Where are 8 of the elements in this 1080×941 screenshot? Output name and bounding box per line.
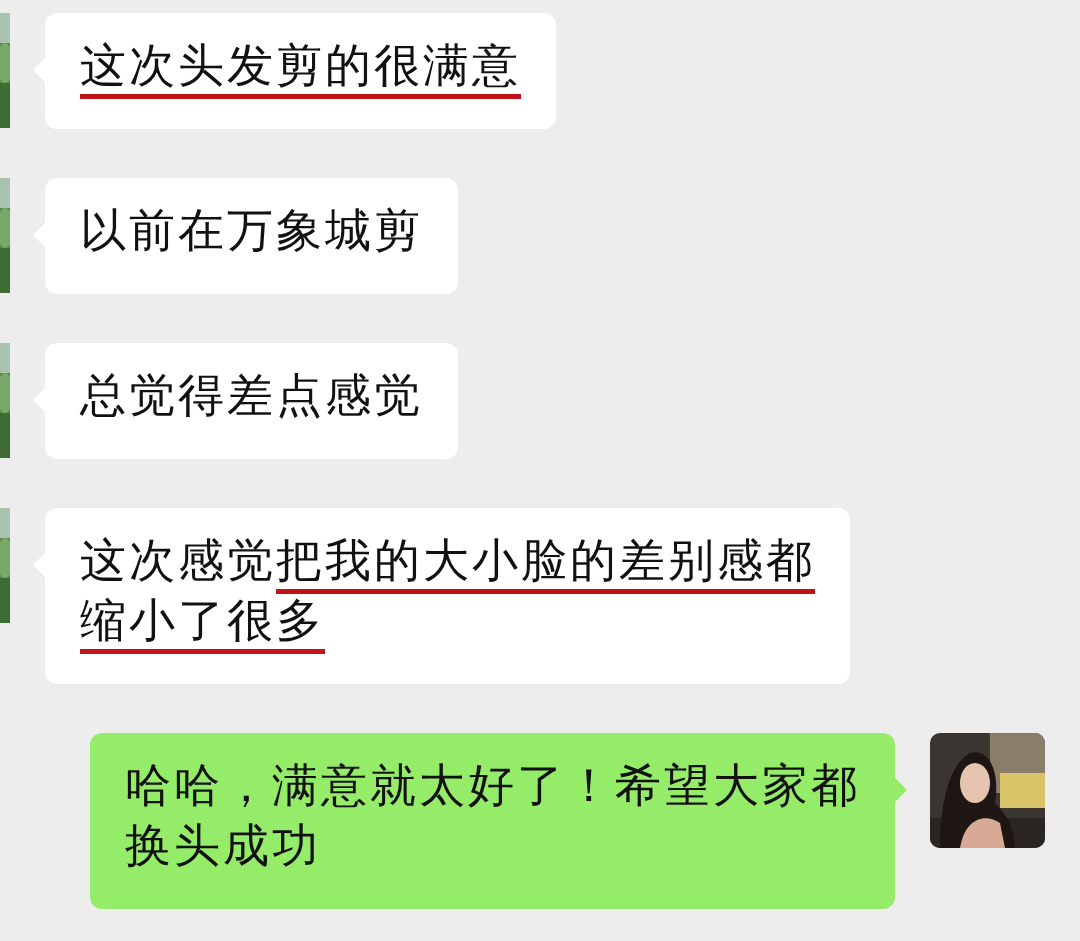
message-text: 把我的大小脸的差别感都	[276, 537, 815, 594]
message-text: 这次感觉	[80, 537, 276, 589]
message-text: 总觉得差点感觉	[80, 372, 423, 424]
message-text: 这次头发剪的很满意	[80, 42, 521, 99]
message-text: 换头成功	[125, 822, 321, 874]
message-text: 哈哈，满意就太好了！希望大家都	[125, 762, 860, 814]
message-text: 缩小了很多	[80, 597, 325, 654]
message-text: 以前在万象城剪	[80, 207, 423, 259]
